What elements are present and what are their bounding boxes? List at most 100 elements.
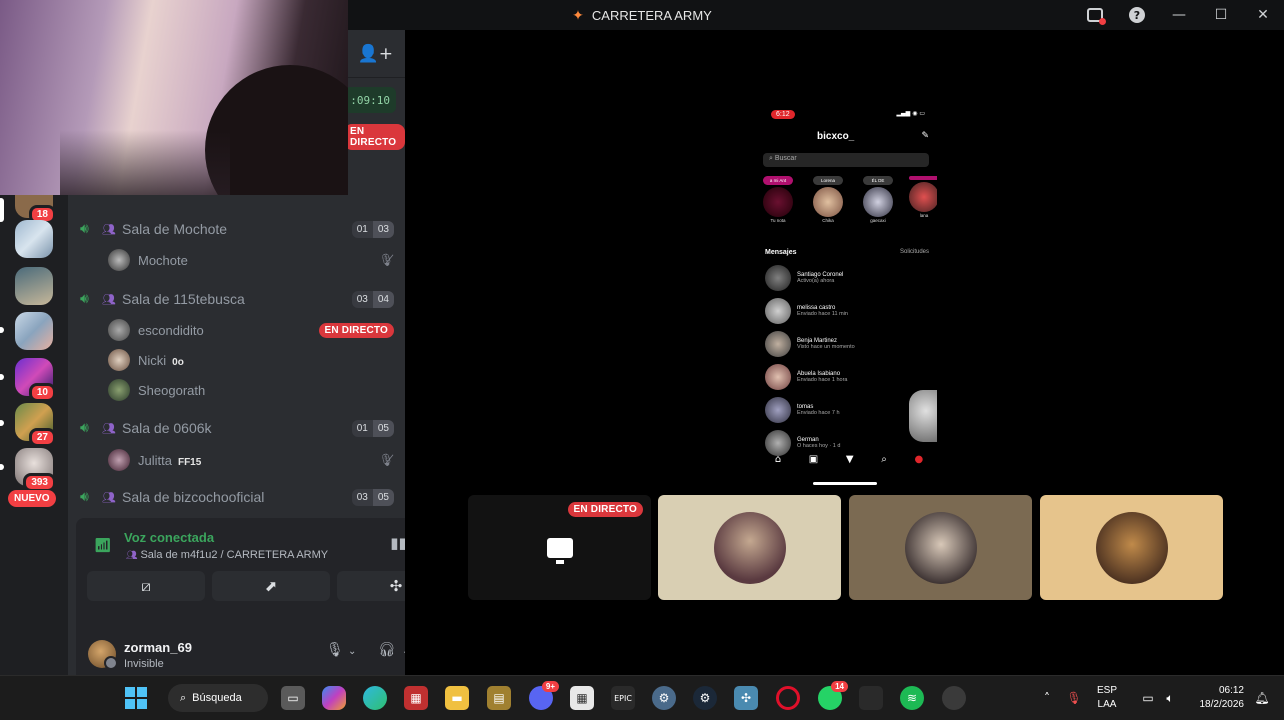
microsoft-store-icon[interactable]: ▦ xyxy=(570,686,594,710)
user-count-current: 01 xyxy=(351,220,373,238)
user-count: 03 04 xyxy=(351,290,394,308)
user-count-limit: 04 xyxy=(372,290,394,308)
chevron-up-icon[interactable]: ˄ xyxy=(1035,686,1059,710)
unread-badge: 10 xyxy=(28,383,56,402)
stream-stage: 6:12 ▂▄▆ ◉ ▭ bicxco_ ✎ ⌕ Buscar a mi Ant… xyxy=(405,30,1284,675)
epic-games-icon[interactable]: EPIC xyxy=(611,686,635,710)
headphones-icon[interactable]: 🎧︎ xyxy=(378,642,396,658)
screen-share-button[interactable]: ⬈ xyxy=(212,571,330,601)
help-button[interactable]: ? xyxy=(1116,0,1158,30)
inbox-button[interactable] xyxy=(1074,0,1116,30)
close-button[interactable]: ✕ xyxy=(1242,0,1284,30)
server-icon[interactable] xyxy=(15,267,53,305)
maximize-button[interactable]: ☐ xyxy=(1200,0,1242,30)
taskbar-search[interactable]: ⌕ Búsqueda xyxy=(168,684,268,712)
conversation: Benja Martinez Visto hace un momento xyxy=(765,330,925,358)
note-name: Chika xyxy=(822,218,834,223)
server-icon[interactable]: 393 xyxy=(15,448,56,492)
task-view-icon[interactable]: ▭ xyxy=(281,686,305,710)
user-count-current: 01 xyxy=(351,419,373,437)
voice-status[interactable]: Voz conectada xyxy=(124,530,214,545)
speaker-icon: 🔊︎ xyxy=(80,420,89,436)
network-icon[interactable]: ▭ xyxy=(1136,686,1160,710)
conversation: Santiago Coronel Activo(a) ahora xyxy=(765,264,925,292)
group-icon: 👥︎ xyxy=(102,490,116,504)
home-icon: ⌂ xyxy=(774,454,782,465)
voice-channel-name: Sala de 0606k xyxy=(122,420,212,436)
avatar xyxy=(108,449,130,471)
minimize-button[interactable]: — xyxy=(1158,0,1200,30)
unread-indicator xyxy=(0,374,4,380)
mic-muted-icon: 🎙︎̸ xyxy=(378,253,394,267)
avatar xyxy=(765,331,791,357)
chevron-down-icon[interactable]: ⌄ xyxy=(348,646,356,657)
user-count: 03 05 xyxy=(351,488,394,506)
file-explorer-icon[interactable]: ▬ xyxy=(445,686,469,710)
new-unreads-pill[interactable]: NUEVO xyxy=(8,490,56,507)
speaker-icon: 🔊︎ xyxy=(80,221,89,237)
discord-icon[interactable]: 9+ xyxy=(529,681,559,710)
language-code: ESP xyxy=(1097,685,1118,696)
opera-gx-icon[interactable] xyxy=(776,686,800,710)
note: ÉL DE gaecaxi xyxy=(863,176,893,223)
stream-tile[interactable]: EN DIRECTO xyxy=(468,495,651,600)
note-name: lana xyxy=(919,213,929,218)
voice-user-name-text: Julitta xyxy=(138,452,172,468)
winrar-icon[interactable]: ▦ xyxy=(404,686,428,710)
screen-share-stream[interactable]: 6:12 ▂▄▆ ◉ ▭ bicxco_ ✎ ⌕ Buscar a mi Ant… xyxy=(761,104,937,474)
start-button[interactable] xyxy=(124,686,148,710)
voice-user[interactable]: Julitta FF15 🎙︎̸ xyxy=(108,447,394,473)
server-icon[interactable]: 10 xyxy=(15,358,56,402)
voice-user[interactable]: Sheogorath xyxy=(108,377,394,403)
voice-user[interactable]: Mochote 🎙︎̸ xyxy=(108,247,394,273)
voice-location[interactable]: 👥︎ Sala de m4f1u2 / CARRETERA ARMY xyxy=(126,549,328,561)
conversation-snippet: O haces hoy · 1 d xyxy=(797,443,841,449)
server-icon[interactable]: 27 xyxy=(15,403,56,447)
voice-user[interactable]: escondidito EN DIRECTO xyxy=(108,317,394,343)
settings-icon[interactable]: ⚙ xyxy=(652,686,676,710)
voice-user[interactable]: Nicki 0o xyxy=(108,347,394,373)
user-count: 01 05 xyxy=(351,419,394,437)
whatsapp-icon[interactable]: 14 xyxy=(818,681,848,710)
app-icon[interactable] xyxy=(859,686,883,710)
app-icon[interactable]: ✣ xyxy=(734,686,758,710)
group-icon: 👥︎ xyxy=(102,292,116,306)
avatar[interactable] xyxy=(88,640,118,670)
volume-icon[interactable]: 🔈︎ xyxy=(1158,686,1182,710)
live-badge[interactable]: EN DIRECTO xyxy=(318,322,394,338)
participant-tile[interactable] xyxy=(849,495,1032,600)
copilot-icon[interactable] xyxy=(322,686,346,710)
window-title-text: CARRETERA ARMY xyxy=(591,7,712,23)
username[interactable]: zorman_69 xyxy=(124,640,192,655)
server-icon[interactable] xyxy=(15,220,53,258)
note: Lorena Chika xyxy=(813,176,843,223)
microphone-icon[interactable]: 🎙︎ xyxy=(326,642,344,658)
conversation: Abuela Isabiano Enviado hace 1 hora xyxy=(765,363,925,391)
live-badge: EN DIRECTO xyxy=(344,124,405,150)
microphone-icon[interactable]: 🎙︎ xyxy=(1062,686,1086,710)
language-indicator[interactable]: ESP LAA xyxy=(1097,684,1117,712)
app-icon[interactable]: ▤ xyxy=(487,686,511,710)
edge-icon[interactable] xyxy=(363,686,387,710)
notifications-icon[interactable]: 🔔︎ xyxy=(1250,686,1274,710)
inbox-icon xyxy=(1087,8,1106,25)
conversation: German O haces hoy · 1 d xyxy=(765,429,925,457)
voice-channel[interactable]: 🔊︎ 👥︎ Sala de bizcochooficial 03 05 xyxy=(80,484,394,510)
spotify-icon[interactable]: ≋ xyxy=(900,686,924,710)
server-icon[interactable] xyxy=(15,312,53,350)
voice-channel[interactable]: 🔊︎ 👥︎ Sala de 115tebusca 03 04 xyxy=(80,286,394,312)
voice-channel[interactable]: 🔊︎ 👥︎ Sala de Mochote 01 03 xyxy=(80,216,394,242)
requests-label: Solicitudes xyxy=(899,249,929,255)
participant-tile[interactable] xyxy=(658,495,841,600)
invite-people-icon[interactable]: 👤+ xyxy=(358,44,393,64)
steam-icon[interactable]: ⚙ xyxy=(693,686,717,710)
signal-icon[interactable]: 📶︎ xyxy=(94,538,112,554)
participant-tile[interactable] xyxy=(1040,495,1223,600)
app-icon[interactable] xyxy=(942,686,966,710)
compose-icon: ✎ xyxy=(921,131,929,141)
clock[interactable]: 06:12 18/2/2026 xyxy=(1186,684,1245,712)
user-count-limit: 03 xyxy=(372,220,394,238)
camera-preview[interactable] xyxy=(0,0,348,195)
camera-toggle-button[interactable]: ⧄ xyxy=(87,571,205,601)
voice-channel[interactable]: 🔊︎ 👥︎ Sala de 0606k 01 05 xyxy=(80,415,394,441)
